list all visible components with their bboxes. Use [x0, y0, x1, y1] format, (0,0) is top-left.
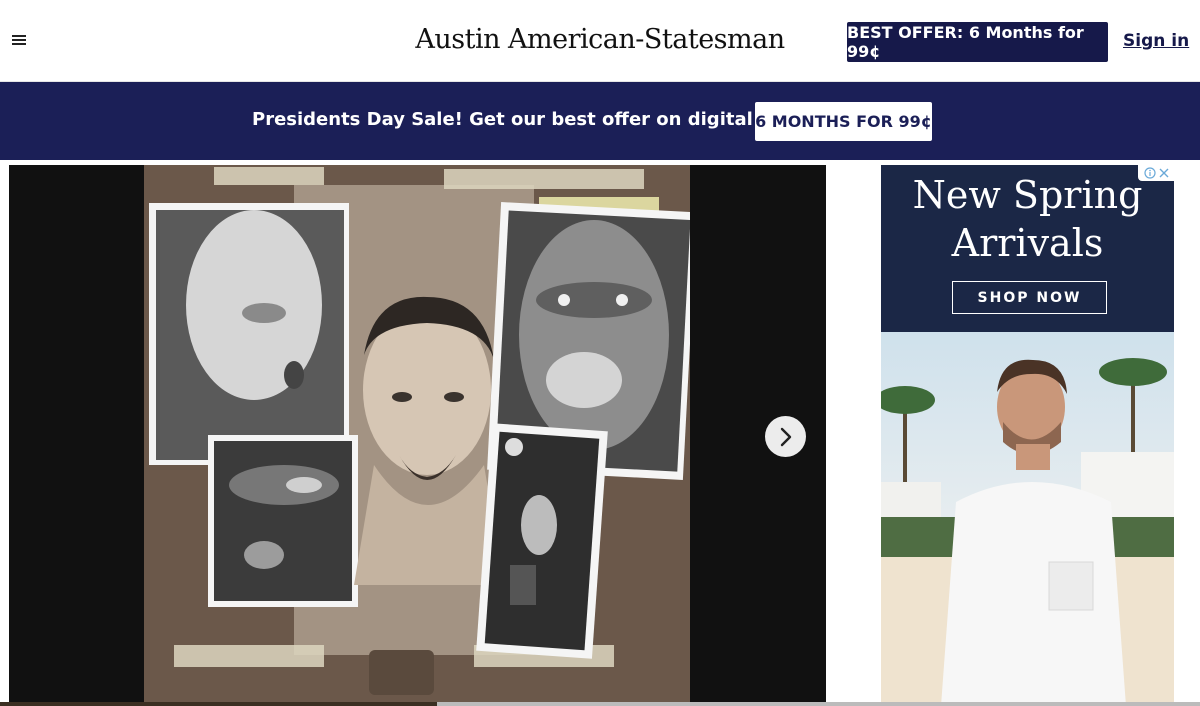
ad-model-image [881, 332, 1174, 706]
ad-headline-line-2: Arrivals [951, 221, 1104, 265]
photo-gallery [9, 165, 826, 706]
gallery-photo [144, 165, 690, 706]
logo-link[interactable]: Austin American-Statesman [415, 24, 785, 55]
bottom-divider [0, 702, 1200, 706]
model-photo [881, 358, 1174, 706]
ad-choices-icon[interactable] [1138, 165, 1174, 181]
bottom-divider-accent [0, 702, 437, 706]
ad-banner: New Spring Arrivals SHOP NOW [881, 165, 1174, 332]
promo-banner: Presidents Day Sale! Get our best offer … [0, 82, 1200, 160]
sketch-collage-image [144, 165, 690, 706]
advertisement[interactable]: New Spring Arrivals SHOP NOW [881, 165, 1174, 706]
ad-headline: New Spring Arrivals [881, 171, 1174, 267]
menu-icon[interactable] [10, 33, 28, 49]
best-offer-button[interactable]: BEST OFFER: 6 Months for 99¢ [847, 22, 1108, 62]
ad-info-icon [1143, 167, 1156, 179]
promo-text: Presidents Day Sale! Get our best offer … [252, 109, 834, 130]
site-header: Austin American-Statesman BEST OFFER: 6 … [0, 0, 1200, 82]
chevron-right-icon [780, 427, 791, 446]
close-icon[interactable] [1159, 168, 1169, 178]
gallery-next-button[interactable] [765, 416, 806, 457]
promo-offer-button[interactable]: 6 MONTHS FOR 99¢ [755, 102, 932, 141]
sign-in-link[interactable]: Sign in [1123, 31, 1189, 51]
shop-now-button[interactable]: SHOP NOW [952, 281, 1107, 314]
ad-headline-line-1: New Spring [912, 173, 1143, 217]
